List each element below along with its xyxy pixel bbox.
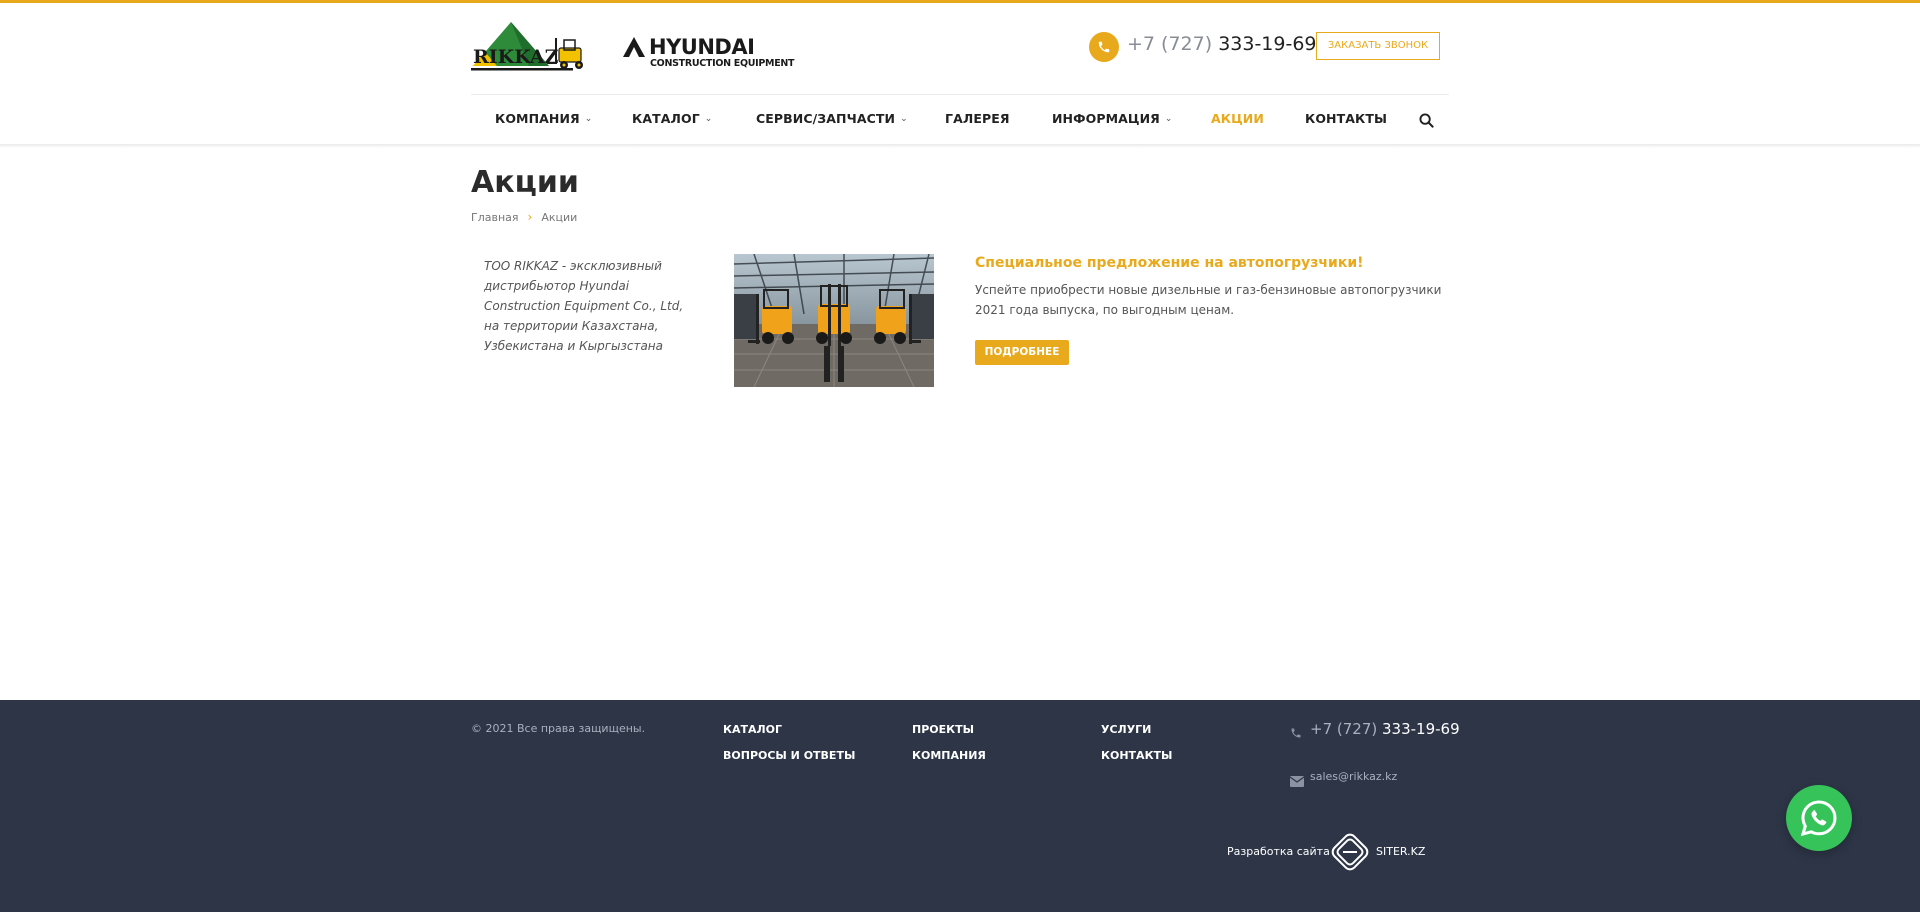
whatsapp-icon[interactable] [1786,785,1852,851]
rikkaz-logo[interactable]: RIKKAZ [471,20,607,74]
nav-item-service[interactable]: СЕРВИС/ЗАПЧАСТИ ⌄ [756,111,908,126]
copyright: © 2021 Все права защищены. [471,722,646,735]
header-phone[interactable]: +7 (727) 333-19-69 [1127,33,1317,55]
chevron-down-icon: ⌄ [900,114,908,124]
hyundai-subtitle: CONSTRUCTION EQUIPMENT [650,58,795,69]
promo-image[interactable] [734,254,934,387]
footer-link-faq[interactable]: Вопросы и ответы [723,749,855,762]
breadcrumb-home[interactable]: Главная [471,211,519,224]
nav-item-catalog[interactable]: КАТАЛОГ ⌄ [632,111,712,126]
nav-item-contacts[interactable]: КОНТАКТЫ [1305,111,1387,126]
nav-label: ГАЛЕРЕЯ [945,111,1010,126]
promo-text: Успейте приобрести новые дизельные и газ… [975,283,1442,317]
phone-code: +7 (727) [1310,720,1378,738]
more-button[interactable]: Подробнее [975,340,1069,365]
mail-icon [1289,772,1305,791]
nav-item-gallery[interactable]: ГАЛЕРЕЯ [945,111,1010,126]
svg-text:RIKKAZ: RIKKAZ [473,46,559,68]
nav-label: ИНФОРМАЦИЯ [1052,111,1160,126]
main-nav: КОМПАНИЯ ⌄ КАТАЛОГ ⌄ СЕРВИС/ЗАПЧАСТИ ⌄ ГАЛЕ… [471,94,1449,144]
chevron-down-icon: ⌄ [584,114,593,124]
header: RIKKAZ HYUNDAI CONSTRUCTION EQUIPMENT +7… [471,3,1449,95]
about-text: ТОО RIKKAZ - эксклюзивный дистрибьютор H… [484,259,684,353]
footer-phone[interactable]: +7 (727) 333-19-69 [1310,720,1460,738]
nav-label: СЕРВИС/ЗАПЧАСТИ [756,111,896,126]
footer-link-projects[interactable]: Проекты [912,723,974,736]
nav-label: АКЦИИ [1211,111,1264,126]
phone-number: 333-19-69 [1218,33,1317,55]
page-title: Акции [471,165,579,200]
breadcrumb-separator: › [527,210,533,224]
callback-button[interactable]: Заказать звонок [1316,32,1440,60]
nav-item-promotions[interactable]: АКЦИИ [1211,111,1264,126]
chevron-down-icon: ⌄ [704,114,713,124]
footer-link-contacts[interactable]: Контакты [1101,749,1172,762]
phone-code: +7 (727) [1127,33,1213,55]
footer-link-services[interactable]: Услуги [1101,723,1151,736]
breadcrumb: Главная › Акции [471,210,577,224]
footer-email[interactable]: sales@rikkaz.kz [1310,770,1397,783]
nav-item-company[interactable]: КОМПАНИЯ ⌄ [495,111,592,126]
hyundai-wordmark: HYUNDAI [649,35,755,59]
nav-label: КАТАЛОГ [632,111,700,126]
phone-number: 333-19-69 [1382,720,1460,738]
footer-link-company[interactable]: Компания [912,749,986,762]
nav-label: КОНТАКТЫ [1305,111,1388,126]
nav-label: КОМПАНИЯ [495,111,580,126]
developer-name[interactable]: SITER.KZ [1376,845,1425,858]
nav-shadow [0,144,1920,148]
hyundai-logo[interactable]: HYUNDAI CONSTRUCTION EQUIPMENT [623,33,803,69]
phone-icon [1290,724,1302,743]
nav-item-info[interactable]: ИНФОРМАЦИЯ ⌄ [1052,111,1173,126]
phone-icon [1089,32,1119,62]
promo-title[interactable]: Специальное предложение на автопогрузчик… [975,255,1364,271]
footer: © 2021 Все права защищены. Каталог Вопро… [0,700,1920,912]
chevron-down-icon: ⌄ [1164,114,1173,124]
breadcrumb-current: Акции [541,211,578,224]
footer-link-catalog[interactable]: Каталог [723,723,782,736]
search-icon[interactable] [1419,113,1435,129]
developer-label: Разработка сайта [1227,845,1330,858]
siter-logo-icon[interactable] [1331,833,1369,871]
